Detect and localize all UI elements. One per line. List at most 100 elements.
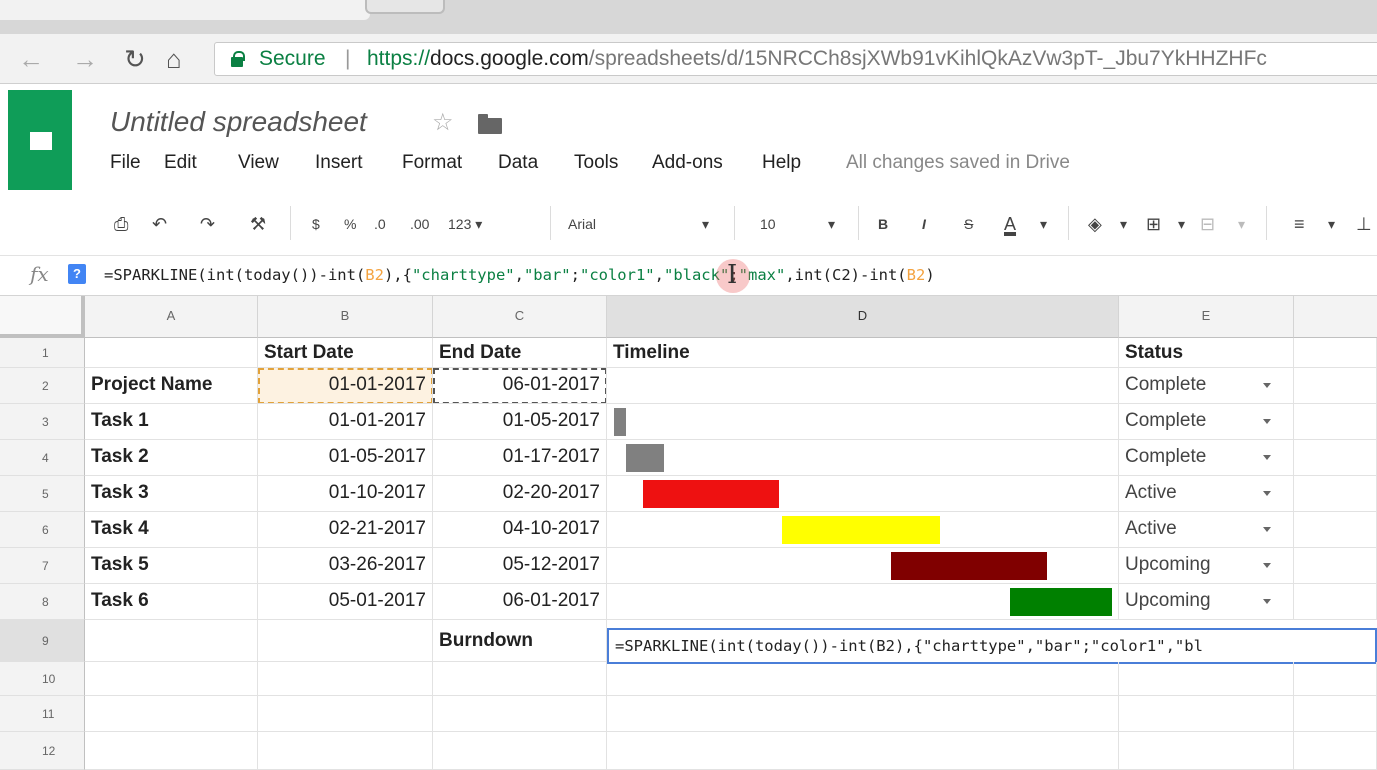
row-header-6[interactable]: 6 [0, 512, 85, 548]
cell-f2[interactable] [1294, 368, 1377, 404]
cell-a12[interactable] [85, 732, 258, 770]
active-cell-editor[interactable]: =SPARKLINE(int(today())-int(B2),{"chartt… [607, 628, 1377, 664]
cell-f4[interactable] [1294, 440, 1377, 476]
horizontal-align-icon[interactable]: ≡ [1294, 212, 1305, 236]
cell-a4[interactable]: Task 2 [85, 440, 258, 476]
document-title[interactable]: Untitled spreadsheet [110, 106, 367, 138]
cell-f6[interactable] [1294, 512, 1377, 548]
formula-help-icon[interactable]: ? [68, 264, 86, 284]
cell-a6[interactable]: Task 4 [85, 512, 258, 548]
cell-f8[interactable] [1294, 584, 1377, 620]
undo-icon[interactable]: ↶ [152, 212, 167, 236]
cell-a7[interactable]: Task 5 [85, 548, 258, 584]
column-header-b[interactable]: B [258, 296, 433, 338]
cell-a3[interactable]: Task 1 [85, 404, 258, 440]
row-header-11[interactable]: 11 [0, 696, 85, 732]
cell-e6[interactable]: Active [1119, 512, 1294, 548]
select-all-corner[interactable] [0, 296, 85, 338]
cell-e10[interactable] [1119, 662, 1294, 696]
row-header-9[interactable]: 9 [0, 620, 85, 662]
strikethrough-button[interactable]: S [964, 212, 973, 236]
sheets-logo[interactable] [8, 90, 72, 190]
cell-a5[interactable]: Task 3 [85, 476, 258, 512]
cell-e8[interactable]: Upcoming [1119, 584, 1294, 620]
cell-c5[interactable]: 02-20-2017 [433, 476, 607, 512]
formula-input[interactable]: =SPARKLINE(int(today())-int(B2),{"chartt… [104, 260, 935, 290]
menu-tools[interactable]: Tools [574, 152, 618, 174]
reload-icon[interactable]: ↻ [124, 44, 146, 74]
cell-b8[interactable]: 05-01-2017 [258, 584, 433, 620]
cell-d10[interactable] [607, 662, 1119, 696]
row-header-12[interactable]: 12 [0, 732, 85, 770]
new-tab-button[interactable] [365, 0, 445, 14]
increase-decimal-button[interactable]: .00 [410, 212, 429, 236]
italic-button[interactable]: I [922, 212, 926, 236]
column-header-c[interactable]: C [433, 296, 607, 338]
decrease-decimal-button[interactable]: .0 [374, 212, 386, 236]
cell-f1[interactable] [1294, 338, 1377, 368]
currency-format-button[interactable]: $ [312, 212, 320, 236]
cell-a8[interactable]: Task 6 [85, 584, 258, 620]
row-header-7[interactable]: 7 [0, 548, 85, 584]
font-size-select[interactable]: 10 [760, 212, 776, 236]
dropdown-arrow-icon[interactable] [1263, 527, 1271, 532]
row-header-5[interactable]: 5 [0, 476, 85, 512]
dropdown-arrow-icon[interactable] [1263, 383, 1271, 388]
cell-b7[interactable]: 03-26-2017 [258, 548, 433, 584]
forward-icon[interactable]: → [72, 44, 98, 74]
column-header-a[interactable]: A [85, 296, 258, 338]
column-header-d[interactable]: D [607, 296, 1119, 338]
borders-chevron-icon[interactable]: ▾ [1178, 212, 1185, 236]
cell-d4[interactable] [607, 440, 1119, 476]
cell-d11[interactable] [607, 696, 1119, 732]
cell-f12[interactable] [1294, 732, 1377, 770]
text-color-chevron-icon[interactable]: ▾ [1040, 212, 1047, 236]
cell-c7[interactable]: 05-12-2017 [433, 548, 607, 584]
cell-e11[interactable] [1119, 696, 1294, 732]
dropdown-arrow-icon[interactable] [1263, 455, 1271, 460]
bold-button[interactable]: B [878, 212, 888, 236]
cell-a9[interactable] [85, 620, 258, 662]
cell-f10[interactable] [1294, 662, 1377, 696]
borders-icon[interactable]: ⊞ [1146, 212, 1161, 236]
browser-tab[interactable] [0, 0, 370, 20]
row-header-4[interactable]: 4 [0, 440, 85, 476]
cell-b9[interactable] [258, 620, 433, 662]
cell-a10[interactable] [85, 662, 258, 696]
cell-b2[interactable]: 01-01-2017 [258, 368, 433, 404]
menu-file[interactable]: File [110, 152, 141, 174]
cell-c9[interactable]: Burndown [433, 620, 607, 662]
cell-c8[interactable]: 06-01-2017 [433, 584, 607, 620]
cell-c10[interactable] [433, 662, 607, 696]
print-icon[interactable]: ⎙ [114, 212, 128, 236]
dropdown-arrow-icon[interactable] [1263, 419, 1271, 424]
menu-help[interactable]: Help [762, 152, 801, 174]
cell-e3[interactable]: Complete [1119, 404, 1294, 440]
merge-chevron-icon[interactable]: ▾ [1238, 212, 1245, 236]
merge-cells-icon[interactable]: ⊟ [1200, 212, 1215, 236]
vertical-align-icon[interactable]: ⊥ [1356, 212, 1372, 236]
row-header-2[interactable]: 2 [0, 368, 85, 404]
cell-e12[interactable] [1119, 732, 1294, 770]
cell-d12[interactable] [607, 732, 1119, 770]
font-family-chevron-icon[interactable]: ▾ [702, 212, 709, 236]
cell-b6[interactable]: 02-21-2017 [258, 512, 433, 548]
cell-e7[interactable]: Upcoming [1119, 548, 1294, 584]
more-formats-button[interactable]: 123 ▾ [448, 212, 482, 236]
cell-b4[interactable]: 01-05-2017 [258, 440, 433, 476]
cell-b12[interactable] [258, 732, 433, 770]
cell-c11[interactable] [433, 696, 607, 732]
row-header-3[interactable]: 3 [0, 404, 85, 440]
fill-color-chevron-icon[interactable]: ▾ [1120, 212, 1127, 236]
dropdown-arrow-icon[interactable] [1263, 491, 1271, 496]
cell-c3[interactable]: 01-05-2017 [433, 404, 607, 440]
menu-format[interactable]: Format [402, 152, 462, 174]
row-header-1[interactable]: 1 [0, 338, 85, 368]
menu-addons[interactable]: Add-ons [652, 152, 723, 174]
back-icon[interactable]: ← [18, 44, 44, 74]
cell-a1[interactable] [85, 338, 258, 368]
column-header-f[interactable] [1294, 296, 1377, 338]
cell-f11[interactable] [1294, 696, 1377, 732]
dropdown-arrow-icon[interactable] [1263, 563, 1271, 568]
cell-c1[interactable]: End Date [433, 338, 607, 368]
